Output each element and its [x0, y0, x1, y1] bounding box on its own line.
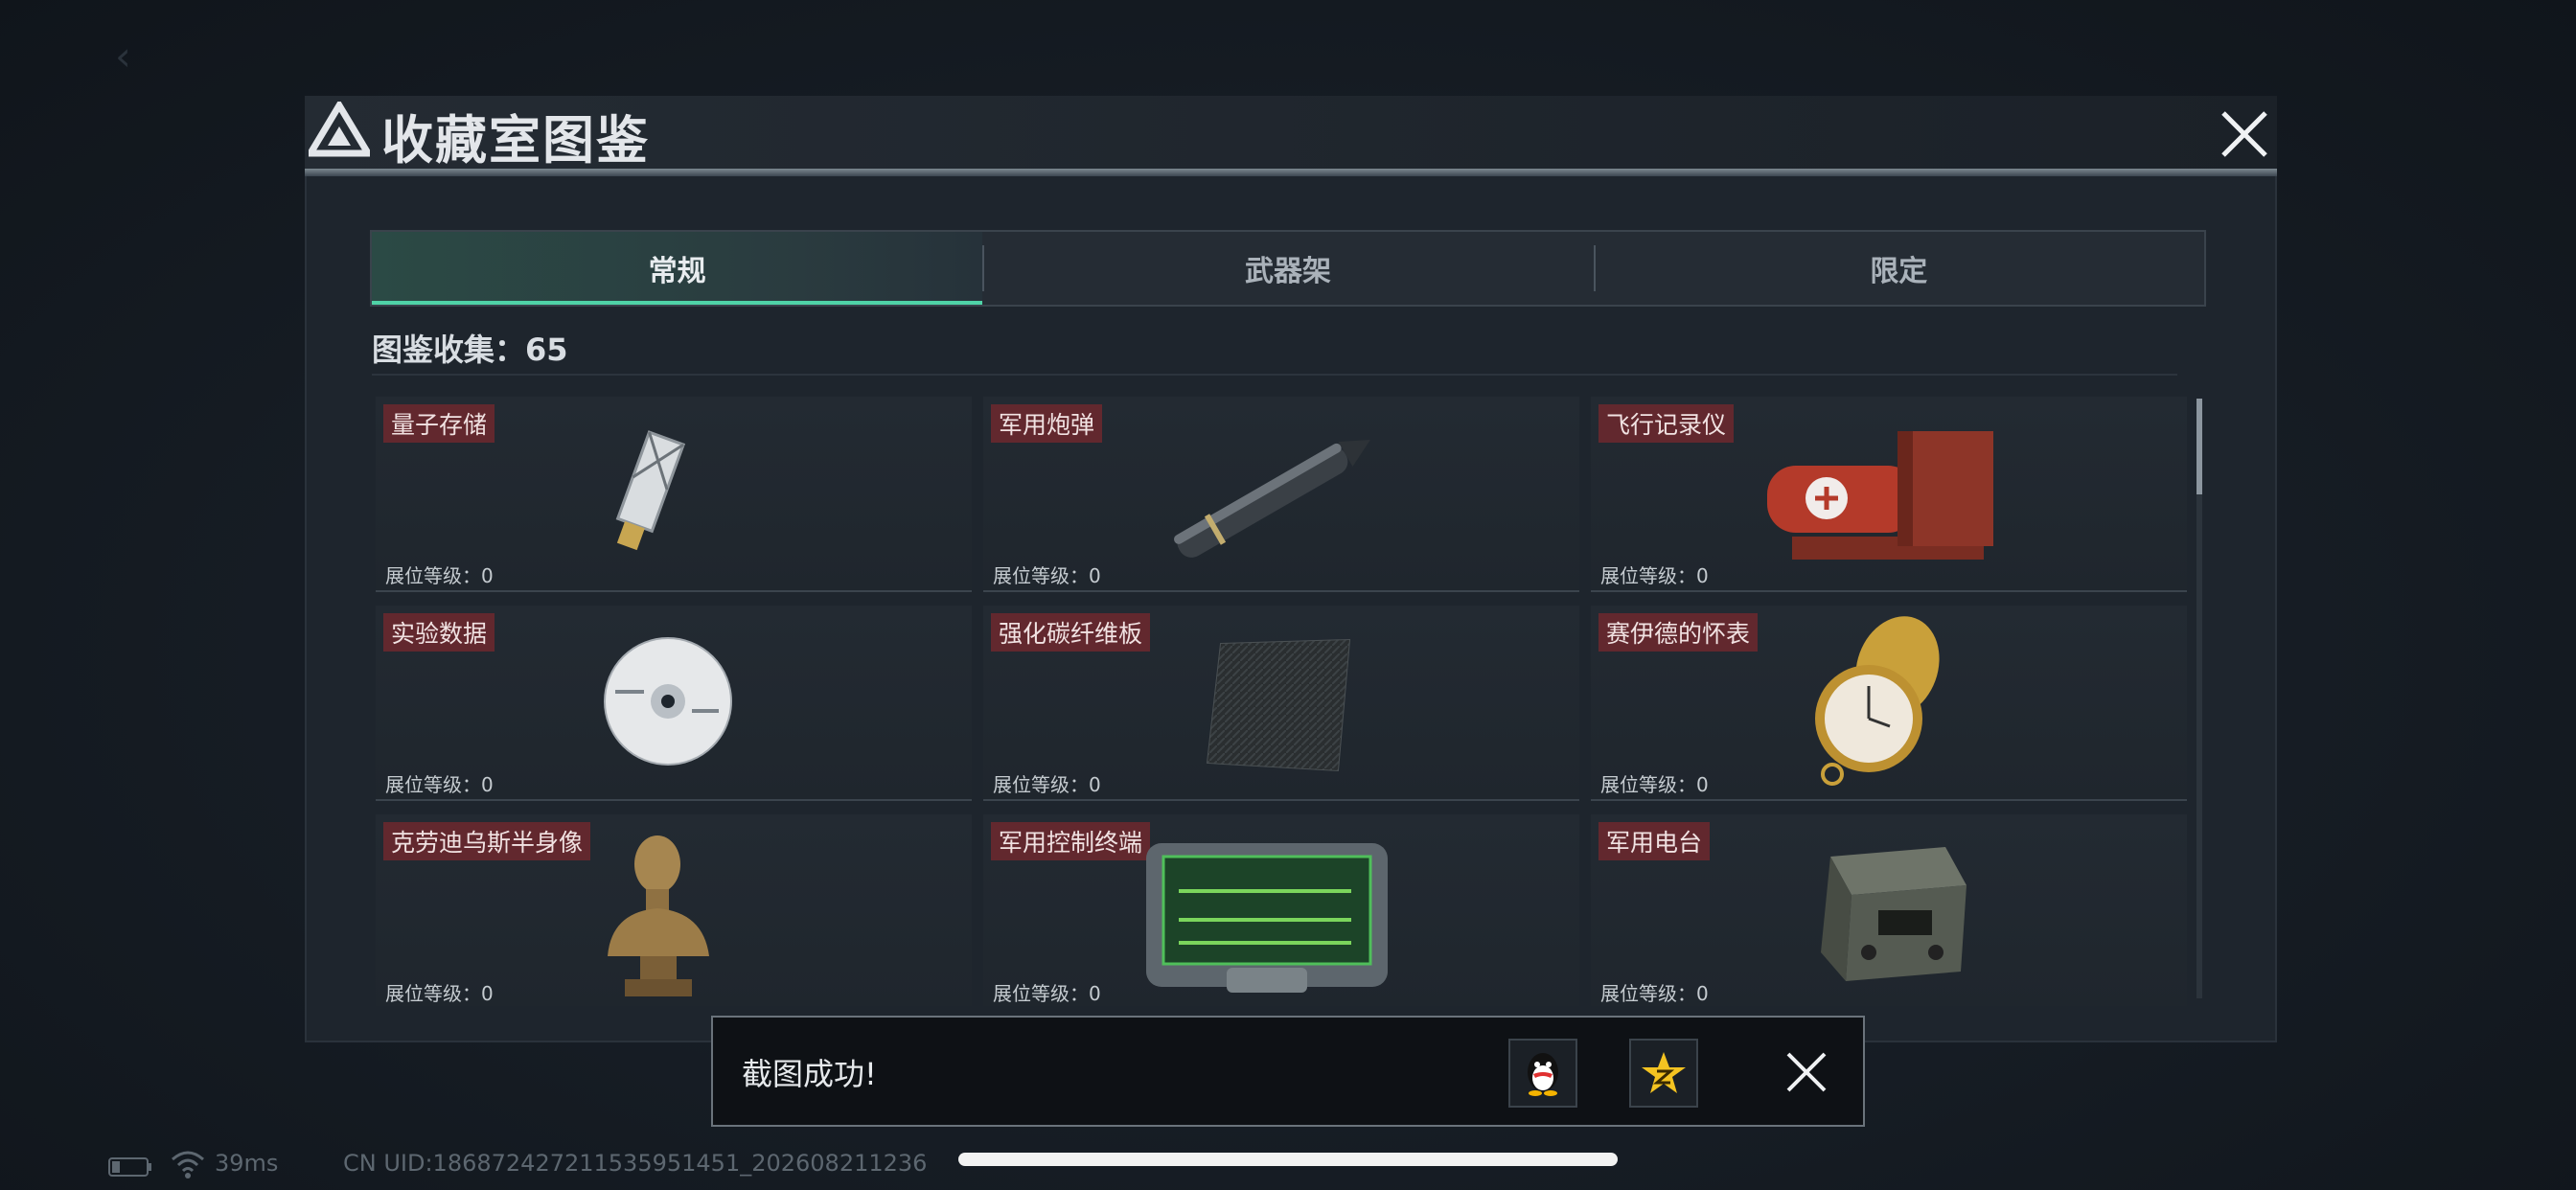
item-grid: 量子存储 展位等级：0 军用炮弹 展位等级：0 飞行记录仪 展位等级：0 实验数…	[376, 397, 2187, 1006]
usb-drive-icon	[615, 430, 686, 551]
bust-statue-icon	[608, 835, 709, 996]
item-name: 飞行记录仪	[1598, 404, 1735, 443]
item-card[interactable]: 强化碳纤维板 展位等级：0	[983, 606, 1579, 801]
flight-recorder-icon	[1767, 431, 1993, 560]
item-level: 展位等级：0	[1600, 773, 1709, 796]
battery-icon	[107, 1156, 153, 1184]
item-name: 赛伊德的怀表	[1598, 613, 1759, 652]
item-card[interactable]: 飞行记录仪 展位等级：0	[1591, 397, 2187, 592]
back-arrow-icon: ‹	[115, 33, 131, 80]
item-level: 展位等级：0	[993, 564, 1101, 587]
toast-message: 截图成功!	[742, 1056, 877, 1092]
tab-weapon-rack[interactable]: 武器架	[982, 232, 1593, 305]
cd-disc-icon	[604, 637, 732, 766]
ping-label: 39ms	[215, 1150, 279, 1177]
qzone-share-button[interactable]	[1629, 1039, 1698, 1108]
item-name: 量子存储	[383, 404, 495, 443]
item-card[interactable]: 量子存储 展位等级：0	[376, 397, 972, 592]
item-card[interactable]: 克劳迪乌斯半身像 展位等级：0	[376, 814, 972, 1006]
scrollbar-thumb[interactable]	[2196, 399, 2202, 494]
wifi-icon	[171, 1150, 205, 1184]
item-card[interactable]: 实验数据 展位等级：0	[376, 606, 972, 801]
item-level: 展位等级：0	[1600, 564, 1709, 587]
item-card[interactable]: 军用控制终端 展位等级：0	[983, 814, 1579, 1006]
item-name: 强化碳纤维板	[991, 613, 1151, 652]
item-card[interactable]: 军用电台 展位等级：0	[1591, 814, 2187, 1006]
item-name: 军用电台	[1598, 822, 1711, 860]
collection-count: 图鉴收集：65	[372, 332, 568, 368]
item-level: 展位等级：0	[1600, 982, 1709, 1005]
delta-logo-icon	[304, 99, 375, 157]
divider	[372, 374, 2177, 376]
item-level: 展位等级：0	[993, 773, 1101, 796]
item-card[interactable]: 军用炮弹 展位等级：0	[983, 397, 1579, 592]
item-level: 展位等级：0	[385, 564, 494, 587]
qzone-star-icon	[1642, 1052, 1686, 1093]
item-name: 军用控制终端	[991, 822, 1151, 860]
item-level: 展位等级：0	[385, 773, 494, 796]
qq-share-button[interactable]	[1508, 1039, 1577, 1108]
close-icon[interactable]	[2216, 105, 2273, 163]
item-card[interactable]: 赛伊德的怀表 展位等级：0	[1591, 606, 2187, 801]
artillery-shell-icon	[1174, 440, 1370, 558]
control-terminal-icon	[1146, 843, 1388, 993]
modal-title: 收藏室图鉴	[381, 110, 650, 171]
tab-regular[interactable]: 常规	[372, 232, 983, 305]
carbon-fiber-plate-icon	[1206, 638, 1351, 772]
item-name: 克劳迪乌斯半身像	[383, 822, 591, 860]
pocket-watch-icon	[1815, 616, 1940, 786]
tab-bar: 常规 武器架 限定	[370, 230, 2206, 307]
qq-penguin-icon	[1528, 1053, 1558, 1096]
uid-label: CN UID:1868724272115359514​51_2026082112…	[343, 1150, 928, 1177]
item-level: 展位等级：0	[385, 982, 494, 1005]
item-level: 展位等级：0	[993, 982, 1101, 1005]
tab-limited[interactable]: 限定	[1593, 232, 2204, 305]
toast-close-icon[interactable]	[1784, 1050, 1828, 1094]
item-name: 实验数据	[383, 613, 495, 652]
home-indicator[interactable]	[958, 1153, 1618, 1166]
military-radio-icon	[1821, 847, 1966, 981]
item-name: 军用炮弹	[991, 404, 1103, 443]
